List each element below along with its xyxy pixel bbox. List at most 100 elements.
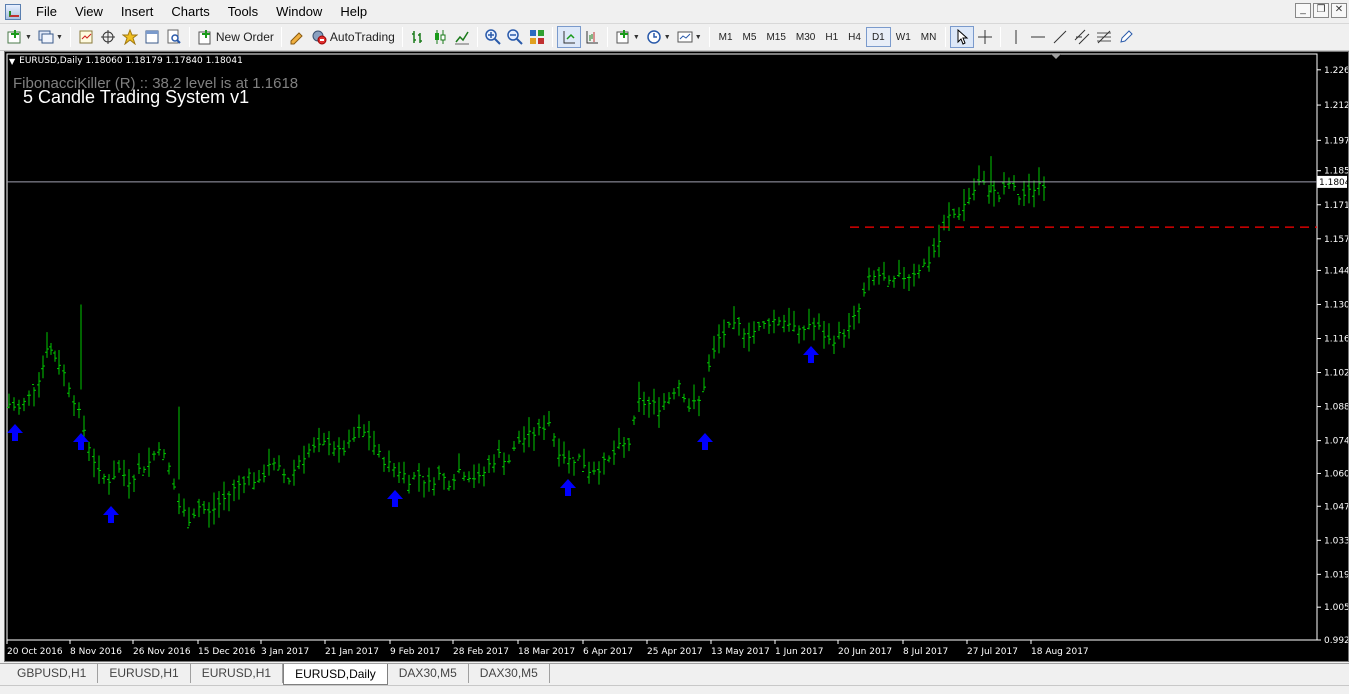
strategy-tester-button[interactable]	[163, 26, 185, 48]
profiles-icon	[38, 30, 54, 44]
chart-window[interactable]: 1.2265 1.2120 1.1975 1.1850 1.1710 1.1570 1.14…	[4, 51, 1349, 662]
auto-scroll-button[interactable]	[556, 26, 581, 48]
chart-tabs: GBPUSD,H1 EURUSD,H1 EURUSD,H1 EURUSD,Dai…	[0, 663, 1349, 685]
price-tick-label: 1.1160	[1324, 334, 1348, 344]
tile-windows-button[interactable]	[526, 26, 548, 48]
periods-button[interactable]: ▼	[643, 26, 674, 48]
price-tick-label: 1.1975	[1324, 136, 1348, 146]
trading-system-title: 5 Candle Trading System v1	[23, 87, 250, 107]
date-tick-label: 18 Mar 2017	[518, 647, 575, 657]
crosshair-tool-button[interactable]	[974, 26, 996, 48]
autotrading-icon	[312, 30, 327, 45]
status-bar	[0, 685, 1349, 694]
price-tick-label: 1.1570	[1324, 235, 1348, 245]
meta-editor-button[interactable]	[286, 26, 308, 48]
cursor-tool-button[interactable]	[950, 26, 975, 48]
date-tick-label: 18 Aug 2017	[1031, 647, 1089, 657]
restore-button[interactable]: ❐	[1313, 3, 1329, 18]
timeframe-m1[interactable]: M1	[714, 27, 738, 47]
tab-dax30-m5[interactable]: DAX30,M5	[388, 664, 469, 683]
menu-window[interactable]: Window	[267, 0, 331, 23]
buy-signal-arrow-icon	[387, 490, 403, 507]
autotrading-button[interactable]: AutoTrading	[308, 26, 398, 48]
timeframe-m15[interactable]: M15	[761, 27, 790, 47]
chart-shift-button[interactable]	[581, 26, 603, 48]
menu-charts[interactable]: Charts	[162, 0, 218, 23]
timeframe-w1[interactable]: W1	[891, 27, 916, 47]
menu-insert[interactable]: Insert	[112, 0, 163, 23]
price-tick-label: 1.0605	[1324, 469, 1348, 479]
pencil-icon	[1120, 30, 1134, 43]
templates-button[interactable]: ▼	[674, 26, 705, 48]
text-tool-button[interactable]	[1115, 26, 1137, 48]
date-tick-label: 27 Jul 2017	[967, 647, 1018, 657]
buy-signal-arrow-icon	[7, 424, 23, 441]
buy-signal-arrow-icon	[697, 433, 713, 450]
toolbar-separator	[551, 27, 553, 47]
timeframe-m5[interactable]: M5	[738, 27, 762, 47]
market-watch-button[interactable]	[75, 26, 97, 48]
chart-shift-marker-icon	[1051, 54, 1061, 59]
trendline-button[interactable]	[1049, 26, 1071, 48]
price-tick-label: 1.0190	[1324, 570, 1348, 580]
date-tick-label: 25 Apr 2017	[647, 647, 703, 657]
current-price-label: 1.1804	[1319, 178, 1348, 188]
menu-help[interactable]: Help	[331, 0, 376, 23]
trendline-icon	[1053, 30, 1067, 44]
timeframe-h4[interactable]: H4	[843, 27, 866, 47]
bar-chart-button[interactable]	[407, 26, 429, 48]
timeframe-mn[interactable]: MN	[916, 27, 942, 47]
minimize-button[interactable]: _	[1295, 3, 1311, 18]
date-tick-label: 15 Dec 2016	[198, 647, 256, 657]
candlestick-chart-button[interactable]	[429, 26, 451, 48]
tile-windows-icon	[529, 30, 544, 44]
date-tick-label: 13 May 2017	[711, 647, 770, 657]
window-controls: _ ❐ ✕	[1295, 3, 1347, 18]
menu-view[interactable]: View	[66, 0, 112, 23]
clock-icon	[647, 30, 661, 44]
navigator-button[interactable]	[97, 26, 119, 48]
buy-signal-arrow-icon	[803, 346, 819, 363]
tab-eurusd-h1[interactable]: EURUSD,H1	[98, 664, 191, 683]
line-chart-button[interactable]	[451, 26, 473, 48]
toolbar-separator	[945, 27, 947, 47]
timeframe-h1[interactable]: H1	[820, 27, 843, 47]
magnifier-document-icon	[167, 29, 181, 44]
terminal-button[interactable]	[141, 26, 163, 48]
date-tick-label: 1 Jun 2017	[775, 647, 823, 657]
favorites-button[interactable]	[119, 26, 141, 48]
tab-gbpusd-h1[interactable]: GBPUSD,H1	[6, 664, 99, 683]
close-button[interactable]: ✕	[1331, 3, 1347, 18]
timeframe-d1[interactable]: D1	[865, 27, 891, 47]
toolbar-separator	[476, 27, 478, 47]
price-tick-label: 1.1300	[1324, 300, 1348, 310]
vertical-line-icon	[1015, 30, 1017, 44]
vertical-line-button[interactable]	[1005, 26, 1027, 48]
price-tick-label: 1.1020	[1324, 369, 1348, 379]
zoom-out-button[interactable]	[504, 26, 526, 48]
tab-dax30-m5-2[interactable]: DAX30,M5	[469, 664, 550, 683]
horizontal-line-button[interactable]	[1027, 26, 1049, 48]
equidistant-channel-button[interactable]	[1071, 26, 1093, 48]
menu-tools[interactable]: Tools	[219, 0, 267, 23]
star-icon	[121, 29, 138, 45]
menu-file[interactable]: File	[27, 0, 66, 23]
new-order-button[interactable]: New Order	[194, 26, 277, 48]
new-chart-button[interactable]: ▼	[4, 26, 35, 48]
horizontal-line-icon	[1031, 36, 1046, 38]
timeframe-m30[interactable]: M30	[791, 27, 820, 47]
chart-menu-triangle-icon[interactable]: ▼	[9, 57, 15, 66]
toolbar-separator	[1000, 27, 1002, 47]
price-tick-label: 1.1710	[1324, 201, 1348, 211]
zoom-in-button[interactable]	[482, 26, 504, 48]
fibonacci-button[interactable]	[1093, 26, 1115, 48]
toolbar-separator	[188, 27, 190, 47]
profiles-button[interactable]: ▼	[35, 26, 66, 48]
tab-eurusd-h1-2[interactable]: EURUSD,H1	[191, 664, 284, 683]
date-tick-label: 28 Feb 2017	[453, 647, 509, 657]
price-chart[interactable]: 1.2265 1.2120 1.1975 1.1850 1.1710 1.1570 1.14…	[5, 52, 1348, 661]
channel-icon	[1074, 29, 1090, 45]
indicators-button[interactable]: ▼	[612, 26, 643, 48]
zoom-out-icon	[507, 29, 523, 45]
tab-eurusd-daily[interactable]: EURUSD,Daily	[283, 664, 388, 685]
